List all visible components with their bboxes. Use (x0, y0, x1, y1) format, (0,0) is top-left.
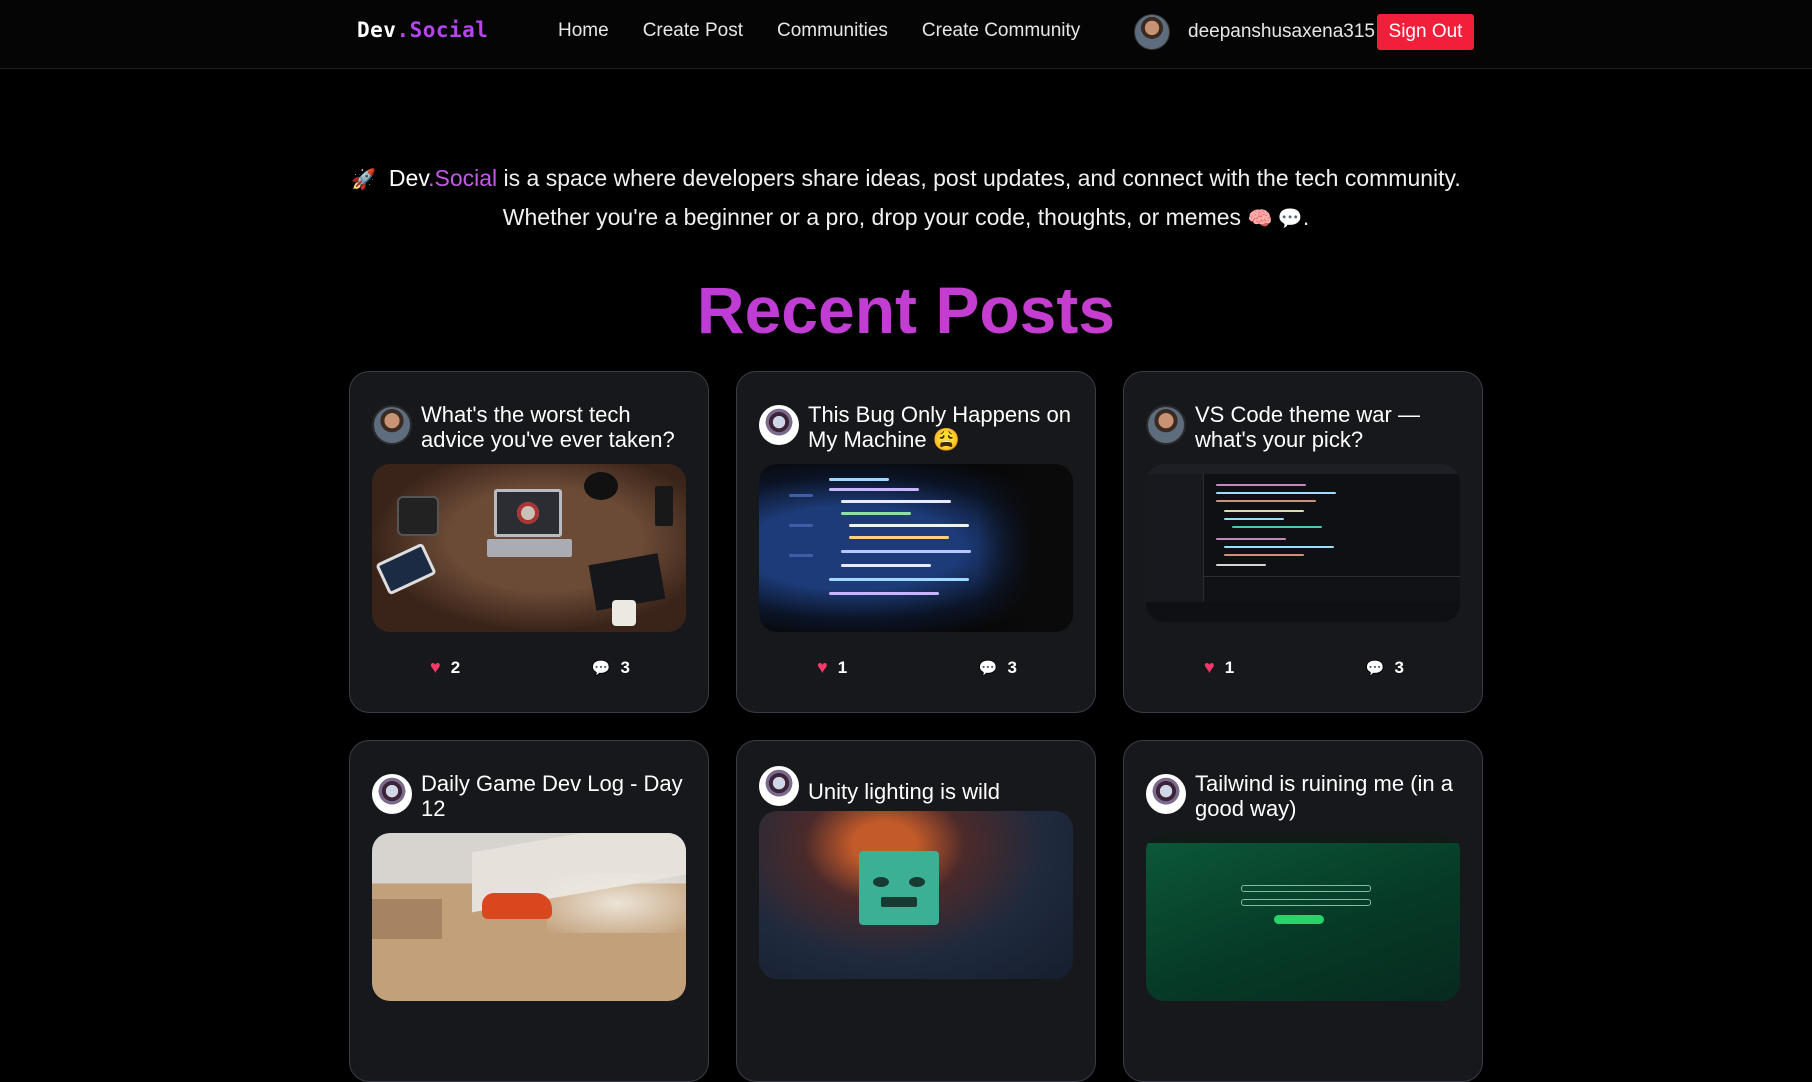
post-card[interactable]: VS Code theme war — what's your pick? ♥ … (1123, 371, 1483, 713)
post-card[interactable]: Tailwind is ruining me (in a good way) (1123, 740, 1483, 1082)
recent-posts-heading: Recent Posts (0, 272, 1812, 348)
post-image[interactable] (759, 811, 1073, 979)
nav-link-create-community[interactable]: Create Community (922, 20, 1080, 42)
post-title[interactable]: VS Code theme war — what's your pick? (1195, 402, 1464, 452)
post-stats: ♥ 1 💬 3 (1204, 657, 1404, 678)
like-button[interactable]: ♥ 2 (430, 657, 460, 678)
comment-button[interactable]: 💬 3 (979, 657, 1017, 678)
post-title[interactable]: What's the worst tech advice you've ever… (421, 402, 690, 452)
comment-button[interactable]: 💬 3 (592, 657, 630, 678)
post-header: Daily Game Dev Log - Day 12 (372, 771, 690, 821)
user-profile[interactable]: deepanshusaxena315 (1134, 14, 1375, 50)
nav-link-home[interactable]: Home (558, 20, 609, 42)
heart-icon: ♥ (1204, 657, 1215, 677)
heart-icon: ♥ (817, 657, 828, 677)
like-count: 1 (1224, 657, 1235, 677)
post-stats: ♥ 2 💬 3 (430, 657, 630, 678)
post-header: This Bug Only Happens on My Machine 😩 (759, 402, 1077, 452)
post-image[interactable] (372, 464, 686, 632)
comment-count: 3 (1394, 657, 1404, 677)
author-avatar[interactable] (759, 405, 799, 445)
post-card[interactable]: Daily Game Dev Log - Day 12 (349, 740, 709, 1082)
comment-count: 3 (620, 657, 630, 677)
like-count: 2 (450, 657, 461, 677)
post-title[interactable]: Tailwind is ruining me (in a good way) (1195, 771, 1464, 821)
like-button[interactable]: ♥ 1 (1204, 657, 1234, 678)
intro-text: 🚀 Dev.Social is a space where developers… (0, 160, 1812, 238)
posts-grid: What's the worst tech advice you've ever… (349, 371, 1483, 1082)
author-avatar[interactable] (759, 766, 799, 806)
comment-icon: 💬 (978, 659, 998, 677)
heart-icon: ♥ (430, 657, 441, 677)
author-avatar[interactable] (1146, 405, 1186, 445)
author-avatar[interactable] (372, 774, 412, 814)
comment-count: 3 (1007, 657, 1017, 677)
intro-line-1-text: is a space where developers share ideas,… (497, 165, 1461, 191)
rocket-icon: 🚀 (351, 169, 377, 191)
post-image[interactable] (372, 833, 686, 1001)
intro-line-2: Whether you're a beginner or a pro, drop… (0, 199, 1812, 238)
intro-line-1: 🚀 Dev.Social is a space where developers… (0, 160, 1812, 199)
post-header: What's the worst tech advice you've ever… (372, 402, 690, 452)
post-title[interactable]: Unity lighting is wild (808, 779, 1000, 804)
nav-link-communities[interactable]: Communities (777, 20, 888, 42)
comment-icon: 💬 (1365, 659, 1385, 677)
post-header: Tailwind is ruining me (in a good way) (1146, 771, 1464, 821)
post-image[interactable] (1146, 833, 1460, 1001)
intro-line-2-end: . (1302, 204, 1310, 230)
site-logo[interactable]: Dev.Social (357, 18, 488, 42)
nav-links: Home Create Post Communities Create Comm… (558, 20, 1080, 42)
post-header: Unity lighting is wild (759, 763, 1077, 806)
intro-brand-dev: Dev (388, 165, 429, 191)
post-card[interactable]: What's the worst tech advice you've ever… (349, 371, 709, 713)
post-image[interactable] (759, 464, 1073, 632)
nav-link-create-post[interactable]: Create Post (643, 20, 743, 42)
like-count: 1 (837, 657, 848, 677)
post-card[interactable]: Unity lighting is wild (736, 740, 1096, 1082)
post-header: VS Code theme war — what's your pick? (1146, 402, 1464, 452)
author-avatar[interactable] (1146, 774, 1186, 814)
intro-brand-social: .Social (428, 165, 498, 191)
comment-button[interactable]: 💬 3 (1366, 657, 1404, 678)
post-stats: ♥ 1 💬 3 (817, 657, 1017, 678)
post-title[interactable]: This Bug Only Happens on My Machine 😩 (808, 402, 1077, 452)
post-image[interactable] (1146, 464, 1460, 622)
like-button[interactable]: ♥ 1 (817, 657, 847, 678)
intro-line-2-text: Whether you're a beginner or a pro, drop… (502, 204, 1242, 230)
top-navbar: Dev.Social Home Create Post Communities … (0, 0, 1812, 69)
sign-out-button[interactable]: Sign Out (1377, 14, 1474, 50)
logo-part-social: .Social (396, 18, 489, 42)
user-avatar[interactable] (1134, 14, 1170, 50)
comment-icon: 💬 (591, 659, 611, 677)
post-title[interactable]: Daily Game Dev Log - Day 12 (421, 771, 690, 821)
post-card[interactable]: This Bug Only Happens on My Machine 😩 ♥ … (736, 371, 1096, 713)
logo-part-dev: Dev (357, 18, 397, 42)
brain-speech-icons: 🧠 💬 (1247, 208, 1303, 230)
author-avatar[interactable] (372, 405, 412, 445)
username: deepanshusaxena315 (1188, 21, 1376, 42)
